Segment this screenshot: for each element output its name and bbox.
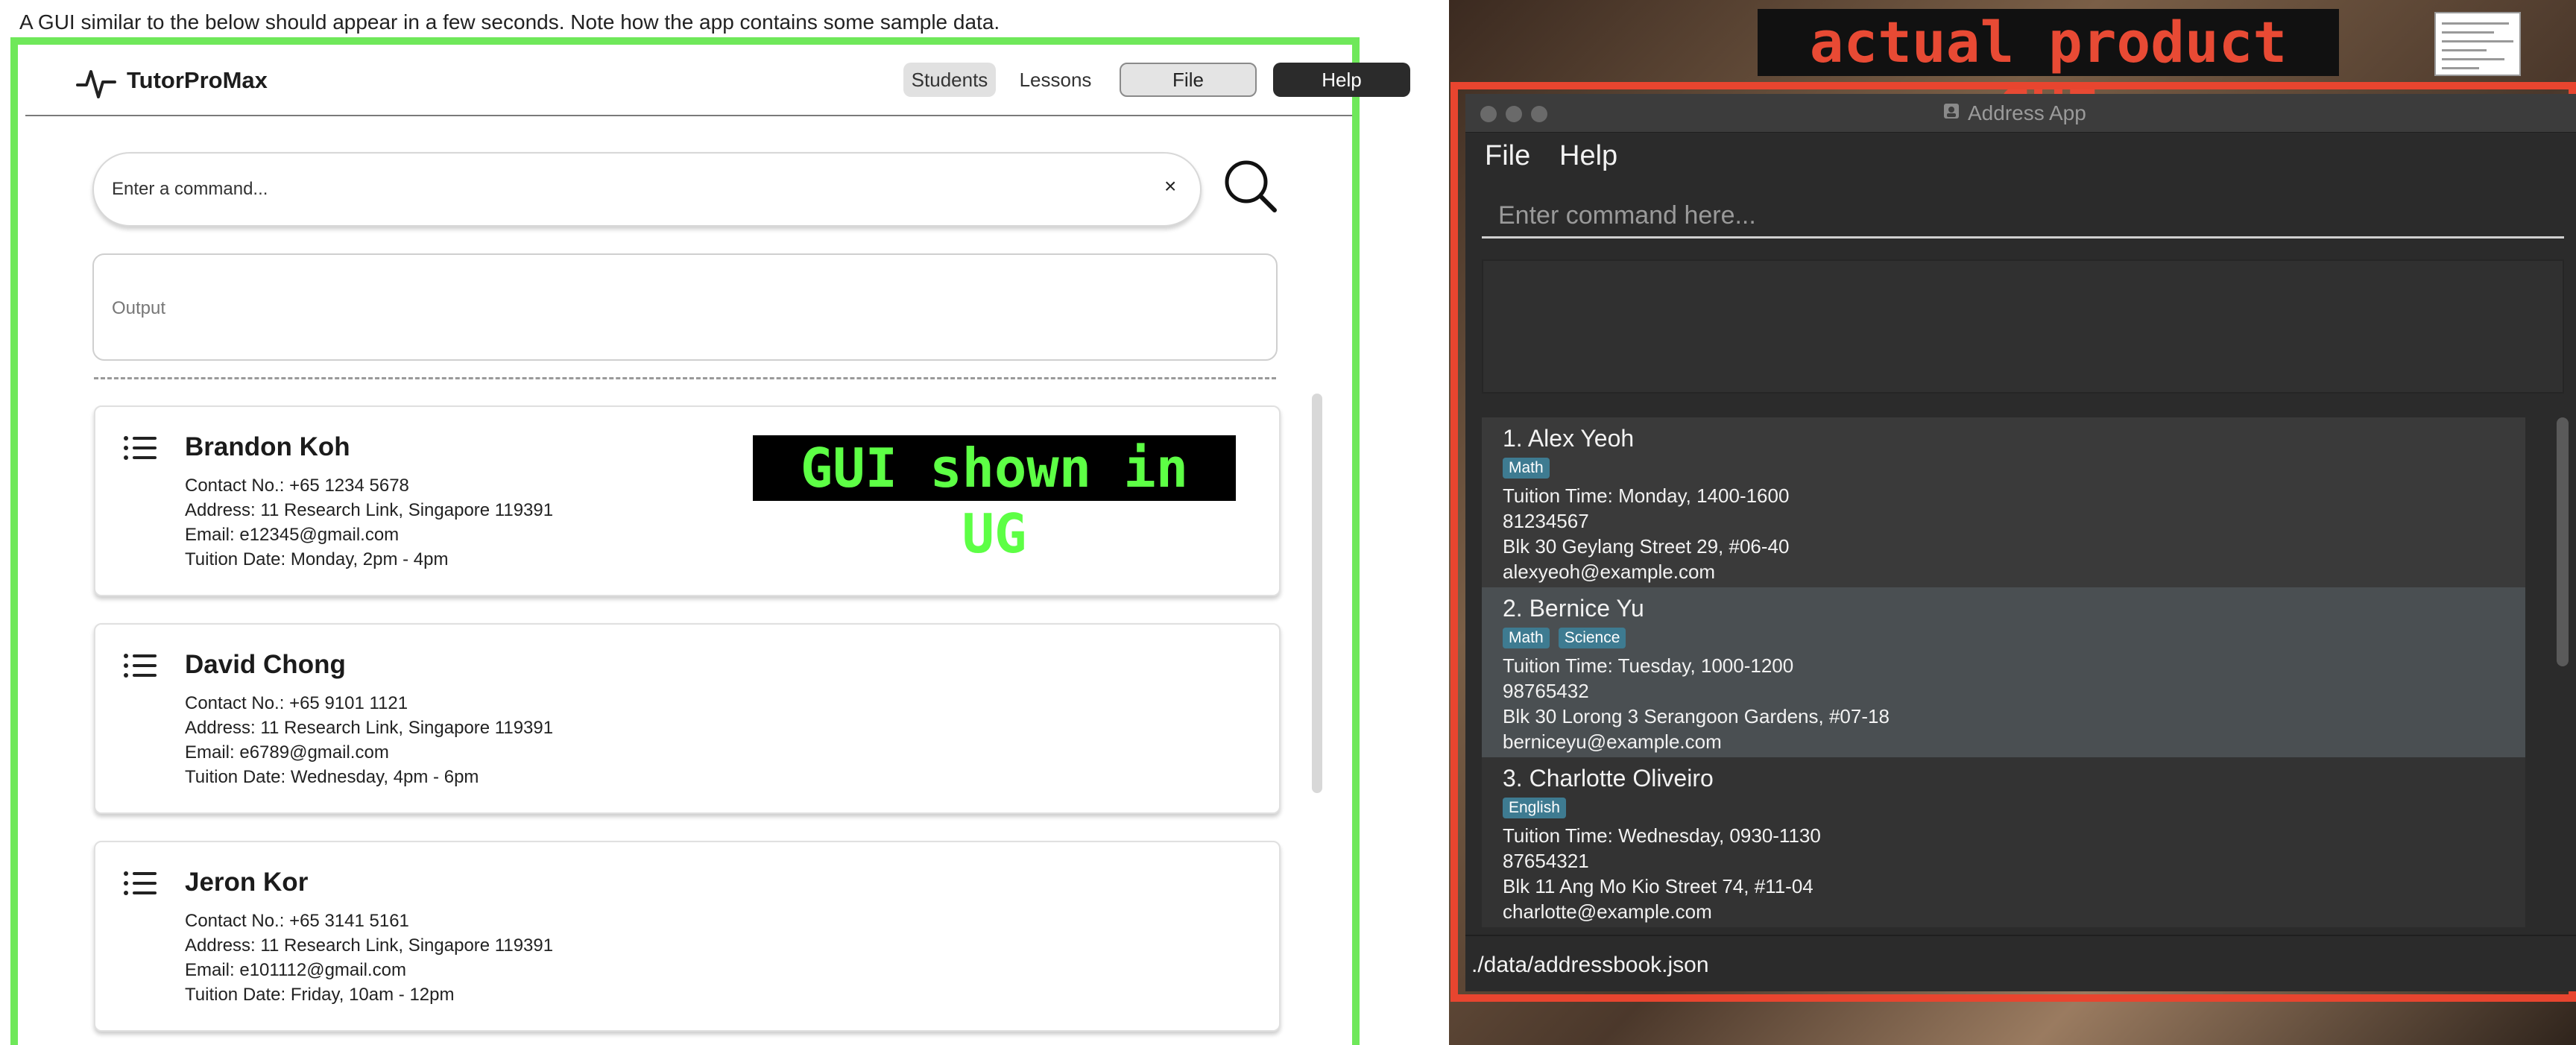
person-address: Blk 30 Geylang Street 29, #06-40 [1503, 535, 1790, 558]
app-brand: TutorProMax [127, 67, 268, 93]
person-phone: 98765432 [1503, 680, 1589, 702]
person-email: alexyeoh@example.com [1503, 561, 1716, 583]
list-icon[interactable] [124, 435, 157, 464]
actual-gui-panel: actual product GUI Address App File Help [1449, 0, 2576, 1045]
person-tuition: Tuition Time: Wednesday, 0930-1130 [1503, 824, 1821, 847]
student-email: Email: e6789@gmail.com [185, 742, 389, 763]
top-navbar: TutorProMax Students Lessons File Help [25, 52, 1410, 116]
command-input[interactable] [1498, 201, 2542, 230]
menu-bar: File Help [1465, 133, 2576, 180]
window-title: Address App [1942, 101, 2086, 125]
command-box: × [92, 152, 1202, 227]
window-title-text: Address App [1968, 101, 2086, 124]
window-title-bar: Address App [1465, 94, 2576, 133]
command-field [1482, 192, 2564, 239]
person-phone: 81234567 [1503, 510, 1589, 532]
help-button[interactable]: Help [1273, 63, 1410, 97]
output-label: Output [112, 298, 166, 318]
result-display [1482, 259, 2564, 394]
person-card[interactable]: 1. Alex Yeoh Math Tuition Time: Monday, … [1482, 417, 2525, 587]
student-card[interactable]: Brandon Koh Contact No.: +65 1234 5678 A… [94, 405, 1281, 596]
tag-list: Math [1503, 458, 1550, 479]
student-card[interactable]: David Chong Contact No.: +65 9101 1121 A… [94, 623, 1281, 814]
person-tuition: Tuition Time: Monday, 1400-1600 [1503, 484, 1790, 507]
student-card[interactable]: Jeron Kor Contact No.: +65 3141 5161 Add… [94, 841, 1281, 1032]
tag-list: English [1503, 798, 1566, 818]
ug-gui-panel: A GUI similar to the below should appear… [0, 0, 1449, 1045]
student-tuition: Tuition Date: Friday, 10am - 12pm [185, 985, 455, 1005]
clear-icon[interactable]: × [1164, 174, 1176, 198]
student-name: David Chong [185, 650, 346, 679]
zoom-window-button[interactable] [1531, 106, 1547, 122]
actual-gui-overlay-label: actual product GUI [1758, 9, 2339, 142]
student-list-scrollbar[interactable] [1312, 394, 1322, 793]
student-name: Jeron Kor [185, 868, 309, 897]
student-address: Address: 11 Research Link, Singapore 119… [185, 718, 554, 738]
divider [94, 377, 1276, 379]
person-name: 1. Alex Yeoh [1503, 425, 1635, 452]
person-card[interactable]: 3. Charlotte Oliveiro English Tuition Ti… [1482, 757, 2525, 927]
person-list-scrollbar[interactable] [2557, 417, 2569, 666]
tag: Science [1558, 628, 1626, 648]
caption-text: A GUI similar to the below should appear… [19, 10, 1000, 34]
person-card-selected[interactable]: 2. Bernice Yu Math Science Tuition Time:… [1482, 587, 2525, 757]
file-button[interactable]: File [1120, 63, 1257, 97]
person-name: 2. Bernice Yu [1503, 595, 1644, 622]
student-contact: Contact No.: +65 1234 5678 [185, 476, 409, 496]
address-app-window: Address App File Help 1. Alex Yeoh Math … [1465, 94, 2576, 991]
tab-students[interactable]: Students [903, 63, 996, 97]
student-email: Email: e12345@gmail.com [185, 525, 400, 545]
person-name: 3. Charlotte Oliveiro [1503, 765, 1714, 792]
person-address: Blk 30 Lorong 3 Serangoon Gardens, #07-1… [1503, 705, 1890, 727]
address-book-icon [1942, 101, 1960, 125]
minimize-window-button[interactable] [1506, 106, 1522, 122]
student-email: Email: e101112@gmail.com [185, 960, 406, 980]
command-input[interactable] [112, 174, 1118, 204]
tag-list: Math Science [1503, 628, 1626, 648]
person-list: 1. Alex Yeoh Math Tuition Time: Monday, … [1465, 405, 2576, 935]
ug-overlay-label: GUI shown in UG [753, 435, 1236, 565]
menu-file[interactable]: File [1485, 140, 1530, 172]
close-window-button[interactable] [1480, 106, 1497, 122]
tag: English [1503, 798, 1566, 818]
student-address: Address: 11 Research Link, Singapore 119… [185, 500, 554, 520]
pulse-logo-icon [76, 64, 116, 105]
person-email: berniceyu@example.com [1503, 730, 1722, 753]
person-tuition: Tuition Time: Tuesday, 1000-1200 [1503, 654, 1794, 677]
student-tuition: Tuition Date: Monday, 2pm - 4pm [185, 549, 449, 569]
person-phone: 87654321 [1503, 850, 1589, 872]
tag: Math [1503, 628, 1550, 648]
student-contact: Contact No.: +65 9101 1121 [185, 693, 408, 713]
menu-help[interactable]: Help [1559, 140, 1617, 172]
person-email: charlotte@example.com [1503, 900, 1712, 923]
student-address: Address: 11 Research Link, Singapore 119… [185, 935, 554, 956]
tag: Math [1503, 458, 1550, 479]
thumbnail-image [2434, 12, 2521, 76]
student-name: Brandon Koh [185, 432, 350, 461]
status-bar: ./data/addressbook.json [1465, 935, 2576, 991]
save-location-text: ./data/addressbook.json [1471, 953, 1709, 977]
search-icon[interactable] [1222, 158, 1279, 218]
list-icon[interactable] [124, 871, 157, 900]
person-address: Blk 11 Ang Mo Kio Street 74, #11-04 [1503, 875, 1813, 897]
list-icon[interactable] [124, 653, 157, 682]
output-box: Output [92, 253, 1278, 361]
tab-lessons[interactable]: Lessons [1009, 63, 1102, 97]
student-contact: Contact No.: +65 3141 5161 [185, 911, 409, 931]
student-tuition: Tuition Date: Wednesday, 4pm - 6pm [185, 767, 479, 787]
